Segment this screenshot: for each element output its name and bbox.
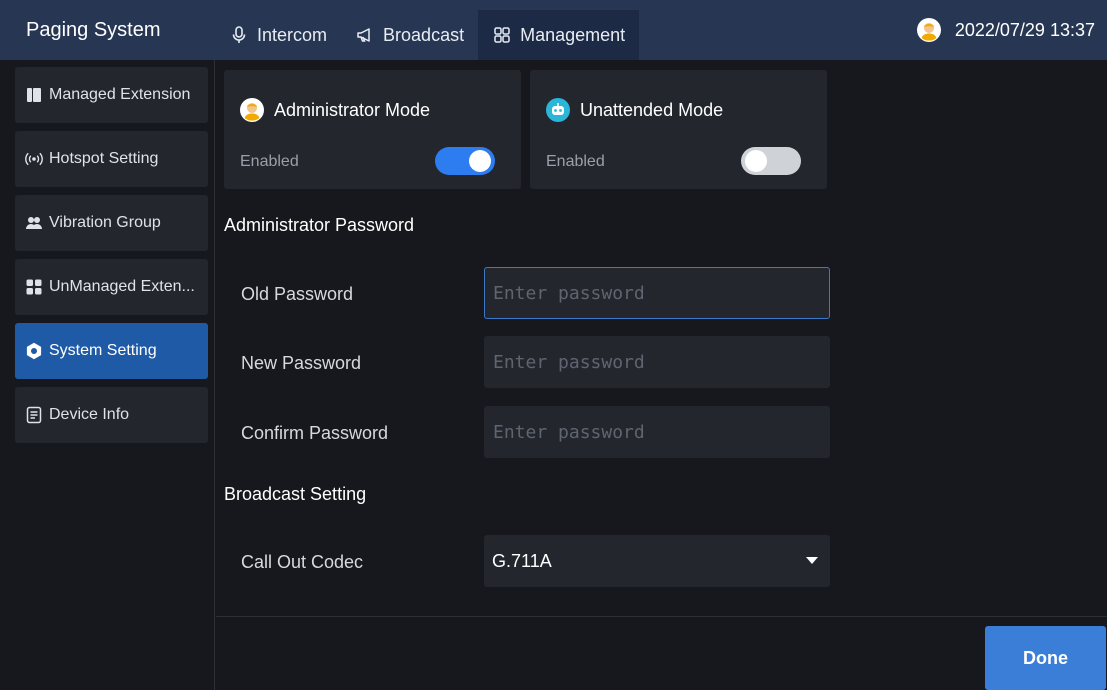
done-button[interactable]: Done xyxy=(985,626,1106,690)
tab-broadcast-label: Broadcast xyxy=(383,24,465,45)
toggle-knob xyxy=(469,150,491,172)
tab-intercom[interactable]: Intercom xyxy=(215,10,341,60)
tab-management-label: Management xyxy=(520,24,626,45)
datetime: 2022/07/29 13:37 xyxy=(954,19,1095,40)
unattended-mode-title: Unattended Mode xyxy=(580,99,724,120)
sidebar-item-label: Vibration Group xyxy=(49,214,161,231)
main-panel: Administrator Mode Enabled Unattended Mo… xyxy=(216,60,1107,690)
broadcast-setting-title: Broadcast Setting xyxy=(224,484,367,504)
tab-broadcast[interactable]: Broadcast xyxy=(341,10,478,60)
old-password-label: Old Password xyxy=(241,284,354,304)
unattended-mode-state-label: Enabled xyxy=(546,153,605,170)
sidebar-item-system-setting[interactable]: System Setting xyxy=(15,323,208,379)
administrator-mode-title: Administrator Mode xyxy=(274,99,431,120)
top-bar: Paging System Intercom Broadcast Managem… xyxy=(0,0,1107,60)
document-icon xyxy=(26,406,42,424)
administrator-mode-state-label: Enabled xyxy=(240,153,299,170)
unattended-mode-header: Unattended Mode xyxy=(546,98,723,122)
sidebar-item-device-info[interactable]: Device Info xyxy=(15,387,208,443)
microphone-icon xyxy=(232,26,246,43)
sidebar: Managed Extension Hotspot Setting Vibrat… xyxy=(8,60,215,690)
administrator-mode-header: Administrator Mode xyxy=(240,98,430,122)
tiles-icon xyxy=(26,279,42,295)
toggle-knob xyxy=(745,150,767,172)
sidebar-item-hotspot-setting[interactable]: Hotspot Setting xyxy=(15,131,208,187)
app-title: Paging System xyxy=(26,19,161,41)
new-password-input[interactable] xyxy=(484,336,830,388)
gear-icon xyxy=(26,342,42,360)
confirm-password-label: Confirm Password xyxy=(241,423,389,443)
footer-divider xyxy=(216,616,1107,617)
tab-intercom-label: Intercom xyxy=(257,24,328,45)
sidebar-item-label: Managed Extension xyxy=(49,86,191,103)
megaphone-icon xyxy=(357,28,370,42)
caret-down-icon xyxy=(806,557,818,564)
hotspot-icon xyxy=(25,152,43,166)
unattended-mode-card: Unattended Mode Enabled xyxy=(530,70,827,189)
tab-management[interactable]: Management xyxy=(478,10,640,60)
call-out-codec-select[interactable]: G.711A xyxy=(484,535,830,587)
administrator-avatar-icon xyxy=(916,18,941,42)
old-password-input[interactable] xyxy=(484,267,830,319)
new-password-label: New Password xyxy=(241,353,362,373)
administrator-password-title: Administrator Password xyxy=(224,215,415,235)
book-icon xyxy=(27,88,41,102)
unattended-mode-toggle[interactable] xyxy=(741,147,801,175)
sidebar-item-vibration-group[interactable]: Vibration Group xyxy=(15,195,208,251)
sidebar-item-label: UnManaged Exten... xyxy=(49,278,195,295)
call-out-codec-value: G.711A xyxy=(492,550,552,571)
group-icon xyxy=(26,217,42,229)
administrator-mode-toggle[interactable] xyxy=(435,147,495,175)
robot-icon xyxy=(546,98,570,122)
grid-icon xyxy=(494,27,510,43)
sidebar-item-label: Hotspot Setting xyxy=(49,150,159,167)
paging-system-app: Paging System Intercom Broadcast Managem… xyxy=(0,0,1107,690)
sidebar-item-unmanaged-extension[interactable]: UnManaged Exten... xyxy=(15,259,208,315)
sidebar-item-label: Device Info xyxy=(49,406,130,423)
administrator-avatar-icon xyxy=(240,98,264,122)
administrator-mode-card: Administrator Mode Enabled xyxy=(224,70,521,189)
confirm-password-input[interactable] xyxy=(484,406,830,458)
sidebar-item-managed-extension[interactable]: Managed Extension xyxy=(15,67,208,123)
sidebar-item-label: System Setting xyxy=(49,342,157,359)
call-out-codec-label: Call Out Codec xyxy=(241,552,364,572)
